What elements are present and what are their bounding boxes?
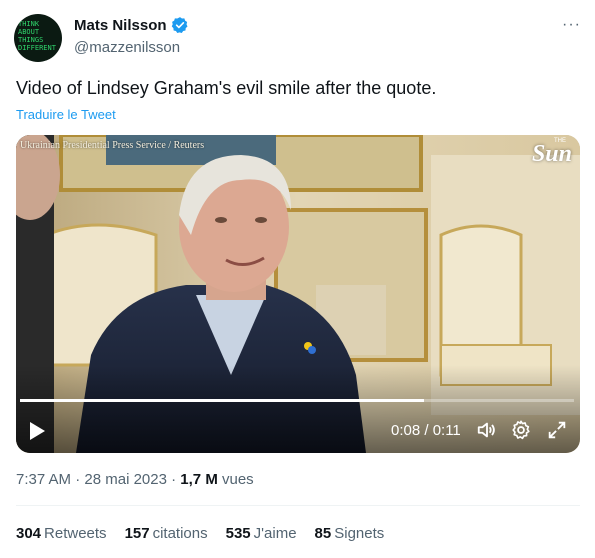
stat-count: 304 [16,525,42,542]
more-options-icon[interactable]: ··· [562,16,581,34]
engagement-stats: 304 Retweets 157 citations 535 J'aime 85 Sig… [16,525,384,542]
tweet-time[interactable]: 7:37 AM [16,471,71,488]
stat-label: citations [152,525,208,542]
author-handle[interactable]: @mazzenilsson [74,39,180,56]
stat-quotes[interactable]: 157 citations [125,525,208,542]
stat-retweets[interactable]: 304 Retweets [16,525,107,542]
video-player[interactable]: Ukrainian Presidential Press Service / R… [16,135,580,453]
video-credit: Ukrainian Presidential Press Service / R… [20,140,205,151]
meta-separator: · [171,471,177,488]
video-progress-bar[interactable] [20,399,574,402]
stat-label: Signets [334,525,385,542]
stat-likes[interactable]: 535 J'aime [226,525,297,542]
stat-label: Retweets [44,525,107,542]
avatar[interactable]: THINK ABOUT THINGS DIFFERENT [14,14,62,62]
avatar-text: THINK ABOUT THINGS DIFFERENT [18,20,56,52]
views-count: 1,7 M [180,471,218,488]
stat-count: 535 [225,525,251,542]
video-progress-fill [20,399,425,402]
play-icon[interactable] [28,421,46,446]
views-label: vues [221,471,254,488]
tweet-meta: 7:37 AM · 28 mai 2023 · 1,7 M vues [16,471,254,488]
tweet-text: Video of Lindsey Graham's evil smile aft… [16,78,437,98]
verified-badge-icon [171,16,189,34]
translate-link[interactable]: Traduire le Tweet [16,107,116,122]
video-logo: Sun [531,141,572,167]
author-name-row: Mats Nilsson [74,16,189,34]
video-frame [16,135,580,453]
divider [16,505,580,506]
volume-icon[interactable] [476,419,498,446]
author-name[interactable]: Mats Nilsson [74,17,167,34]
stat-label: J'aime [253,525,297,542]
tweet-date[interactable]: 28 mai 2023 [84,471,167,488]
settings-icon[interactable] [510,419,532,446]
stat-count: 85 [314,525,332,542]
stat-bookmarks[interactable]: 85 Signets [315,525,385,542]
stat-count: 157 [124,525,150,542]
video-timecode: 0:08 / 0:11 [391,422,461,439]
meta-separator: · [75,471,81,488]
fullscreen-icon[interactable] [546,419,568,446]
